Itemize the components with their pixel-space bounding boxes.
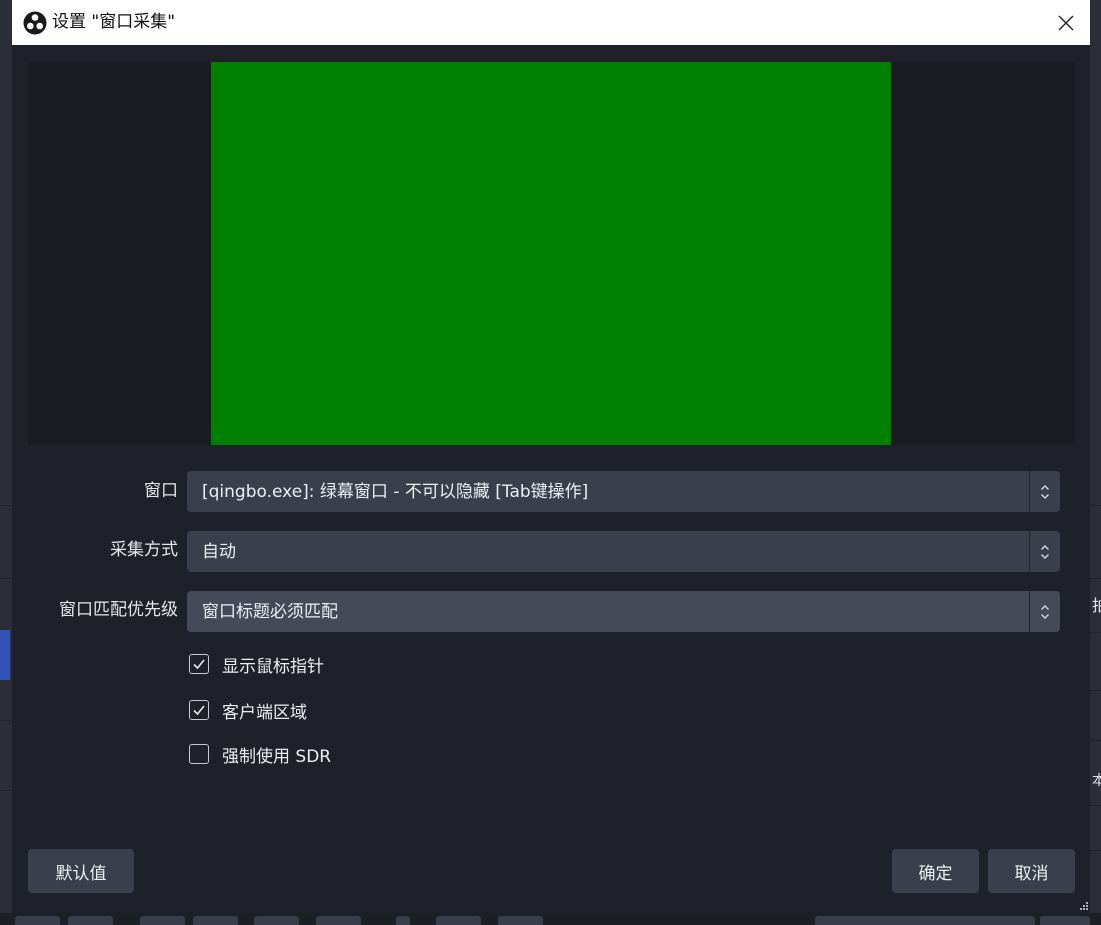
ok-button[interactable]: 确定 xyxy=(892,849,979,893)
client-area-checkbox[interactable]: 客户端区域 xyxy=(189,698,307,723)
defaults-button[interactable]: 默认值 xyxy=(28,849,134,893)
close-icon xyxy=(1058,15,1074,30)
cancel-button[interactable]: 取消 xyxy=(988,849,1075,893)
obs-logo-icon xyxy=(23,11,47,35)
capture-method-label: 采集方式 xyxy=(110,540,178,560)
match-priority-select-arrow[interactable] xyxy=(1029,591,1060,632)
properties-dialog: 设置 "窗口采集" 窗口 [qingbo.exe]: 绿幕窗口 - 不可以隐藏 … xyxy=(12,0,1090,913)
background-selected-item xyxy=(0,630,10,680)
background-glyph: 本 xyxy=(1092,773,1101,789)
window-select[interactable]: [qingbo.exe]: 绿幕窗口 - 不可以隐藏 [Tab键操作] xyxy=(187,471,1060,512)
source-preview xyxy=(28,62,1075,445)
force-sdr-checkbox[interactable]: 强制使用 SDR xyxy=(189,742,332,767)
window-select-value: [qingbo.exe]: 绿幕窗口 - 不可以隐藏 [Tab键操作] xyxy=(202,482,589,502)
match-priority-select[interactable]: 窗口标题必须匹配 xyxy=(187,591,1060,632)
window-select-arrow[interactable] xyxy=(1029,471,1060,512)
checkbox-label: 强制使用 SDR xyxy=(222,746,332,767)
checkbox-box[interactable] xyxy=(189,654,209,674)
checkmark-icon xyxy=(193,659,205,670)
capture-method-select[interactable]: 自动 xyxy=(187,531,1060,572)
checkbox-box[interactable] xyxy=(189,744,209,764)
capture-method-value: 自动 xyxy=(202,542,236,562)
match-priority-value: 窗口标题必须匹配 xyxy=(202,602,338,622)
background-app-right-edge: 拍 本 xyxy=(1090,0,1101,925)
updown-chevron-icon xyxy=(1041,484,1049,499)
background-app-toolbar xyxy=(0,913,1101,925)
updown-chevron-icon xyxy=(1041,604,1049,619)
checkmark-icon xyxy=(193,705,205,716)
match-priority-label: 窗口匹配优先级 xyxy=(59,600,178,620)
dialog-title: 设置 "窗口采集" xyxy=(52,12,176,32)
window-label: 窗口 xyxy=(144,481,178,501)
background-app-left-edge xyxy=(0,0,12,925)
checkbox-box[interactable] xyxy=(189,700,209,720)
background-glyph: 拍 xyxy=(1092,596,1101,615)
checkbox-label: 客户端区域 xyxy=(222,702,307,723)
show-cursor-checkbox[interactable]: 显示鼠标指针 xyxy=(189,652,324,677)
title-bar: 设置 "窗口采集" xyxy=(12,0,1090,45)
updown-chevron-icon xyxy=(1041,544,1049,559)
checkbox-label: 显示鼠标指针 xyxy=(222,656,324,677)
capture-method-select-arrow[interactable] xyxy=(1029,531,1060,572)
resize-grip-icon[interactable] xyxy=(1079,901,1089,911)
captured-window-preview xyxy=(211,62,891,445)
close-button[interactable] xyxy=(1042,0,1090,45)
